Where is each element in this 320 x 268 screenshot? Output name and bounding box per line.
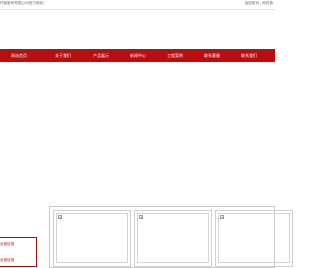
product-image-frame bbox=[56, 213, 128, 263]
nav-item-home[interactable]: 网站首页 bbox=[2, 49, 36, 62]
main-nav: 网站首页 关于我们 产品展示 新闻中心 工程案例 联系客服 联系我们 bbox=[0, 49, 275, 62]
product-card[interactable] bbox=[215, 210, 293, 267]
broken-image-icon bbox=[139, 215, 143, 219]
nav-item-contact[interactable]: 联系我们 bbox=[232, 49, 266, 62]
home-link[interactable]: 返回首页 bbox=[245, 1, 259, 5]
broken-image-icon bbox=[220, 215, 224, 219]
sidebar-category-box: 全部目录 全部目录 bbox=[0, 237, 37, 267]
product-card[interactable] bbox=[134, 210, 212, 267]
nav-item-about[interactable]: 关于我们 bbox=[46, 49, 80, 62]
top-divider bbox=[0, 9, 275, 10]
homepage-link[interactable]: 网页首 bbox=[262, 1, 273, 5]
top-links: 返回首页|网页首 bbox=[245, 1, 273, 6]
product-card[interactable] bbox=[53, 210, 131, 267]
sidebar-item-catalog[interactable]: 全部目录 bbox=[0, 258, 14, 263]
product-image-frame bbox=[218, 213, 290, 263]
nav-item-news[interactable]: 新闻中心 bbox=[121, 49, 155, 62]
product-gallery bbox=[49, 206, 293, 268]
nav-item-cases[interactable]: 工程案例 bbox=[158, 49, 192, 62]
broken-image-icon bbox=[58, 215, 62, 219]
nav-item-products[interactable]: 产品展示 bbox=[84, 49, 118, 62]
sidebar-item-catalog[interactable]: 全部目录 bbox=[0, 242, 14, 247]
welcome-text: 环新股份有限公司官方网站！ bbox=[0, 1, 47, 5]
top-bar: 环新股份有限公司官方网站！ 返回首页|网页首 bbox=[0, 0, 275, 9]
nav-item-service[interactable]: 联系客服 bbox=[195, 49, 229, 62]
product-image-frame bbox=[137, 213, 209, 263]
